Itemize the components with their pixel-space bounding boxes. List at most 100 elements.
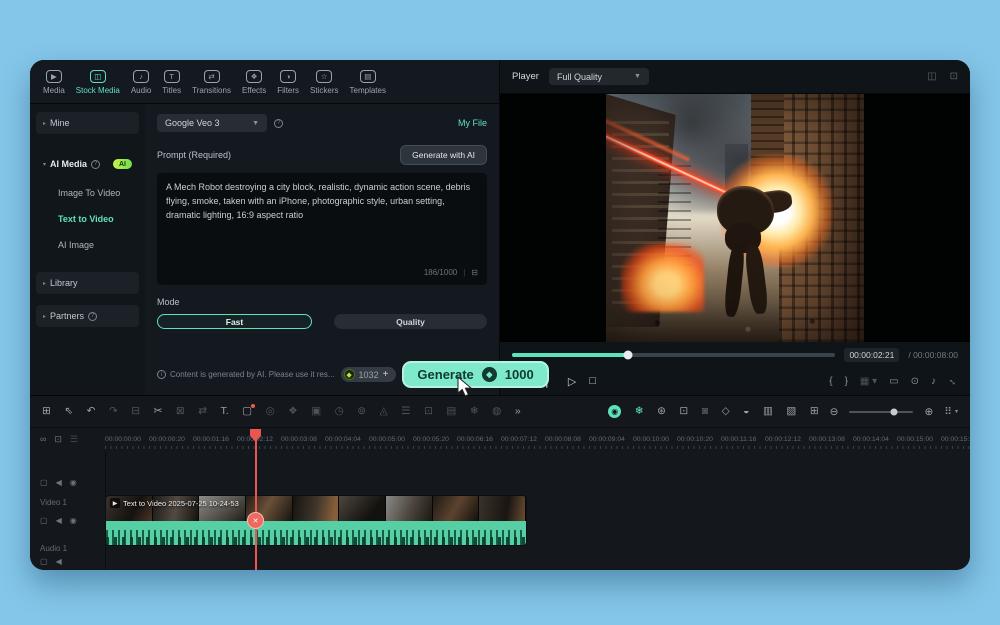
- link-clips-icon[interactable]: ∞: [40, 434, 46, 445]
- sidebar-item-partners[interactable]: ▸ Partners ?: [36, 305, 139, 327]
- help-icon[interactable]: ?: [274, 119, 283, 128]
- fullscreen-icon[interactable]: ↔: [946, 374, 961, 389]
- tab-effects[interactable]: ❖ Effects: [237, 67, 271, 98]
- mode-quality-button[interactable]: Quality: [334, 314, 487, 329]
- lock-icon[interactable]: ▢: [40, 557, 48, 566]
- video-preview[interactable]: [500, 94, 970, 342]
- speaker-icon[interactable]: ◀: [56, 478, 62, 487]
- play-icon[interactable]: ▷: [568, 375, 574, 388]
- ripple-edit-icon[interactable]: ⇄: [198, 406, 207, 417]
- auto-ripple-icon[interactable]: ⊞: [810, 406, 819, 417]
- quality-select[interactable]: Full Quality ▼: [549, 68, 649, 85]
- timeline-zoom-slider[interactable]: [849, 411, 913, 413]
- chroma-key-icon[interactable]: ◬: [380, 406, 388, 417]
- ruler-timestamp: 00:00:07:12: [501, 428, 545, 450]
- trash-icon[interactable]: ⊟: [471, 267, 478, 279]
- help-icon[interactable]: ?: [88, 312, 97, 321]
- seek-bar[interactable]: [512, 353, 835, 357]
- mark-frame-icon[interactable]: ⊡: [950, 71, 958, 82]
- my-file-link[interactable]: My File: [458, 118, 487, 128]
- generate-with-ai-button[interactable]: Generate with AI: [400, 145, 487, 165]
- sidebar-item-ai-media[interactable]: ▾ AI Media ? AI: [36, 153, 139, 175]
- sidebar-item-text-to-video[interactable]: Text to Video: [36, 206, 139, 231]
- split-icon[interactable]: ✂: [154, 406, 163, 417]
- mixer-icon[interactable]: ▥: [763, 406, 773, 417]
- tab-stock-media[interactable]: ◫ Stock Media: [71, 67, 125, 98]
- timeline-ruler[interactable]: ∞⊡☰ 00:00:00:0000:00:00:2000:00:01:1600:…: [30, 428, 970, 450]
- sidebar-item-mine[interactable]: ▸ Mine: [36, 112, 139, 134]
- plugin-icon[interactable]: ⊛: [657, 406, 666, 417]
- seek-progress: [512, 353, 628, 357]
- zoom-tool-icon[interactable]: ◎: [266, 406, 275, 417]
- sidebar-item-image-to-video[interactable]: Image To Video: [36, 180, 139, 205]
- select-tool-icon[interactable]: ⇖: [64, 406, 73, 417]
- ai-portrait-icon[interactable]: ◉: [608, 405, 621, 418]
- microphone-icon[interactable]: ◒: [743, 406, 749, 417]
- adjust-icon[interactable]: ☰: [401, 406, 410, 417]
- model-select[interactable]: Google Veo 3 ▼: [157, 114, 267, 132]
- zoom-in-icon[interactable]: ⊕: [924, 406, 933, 418]
- redo-icon[interactable]: ↷: [109, 406, 118, 417]
- marker-icon[interactable]: ▧: [786, 406, 796, 417]
- tab-templates[interactable]: ▤ Templates: [345, 67, 391, 98]
- add-credits-icon[interactable]: +: [383, 369, 389, 380]
- credits-badge[interactable]: ◆ 1032 +: [341, 367, 397, 382]
- camera-icon[interactable]: ⊡: [679, 406, 688, 417]
- snapshot-icon[interactable]: ⊙: [911, 376, 919, 387]
- lock-icon[interactable]: ▢: [40, 516, 48, 525]
- tab-audio[interactable]: ♪ Audio: [126, 67, 156, 98]
- captions-icon[interactable]: ▤: [446, 406, 456, 417]
- track-manager-button[interactable]: ⠿ ▾: [944, 406, 958, 418]
- eye-icon[interactable]: ◉: [70, 516, 77, 525]
- tab-media[interactable]: ▶ Media: [38, 67, 70, 98]
- speed-icon[interactable]: ◷: [335, 406, 344, 417]
- ruler-timestamp: 00:00:10:20: [677, 428, 721, 450]
- web-share-icon[interactable]: ◍: [492, 406, 501, 417]
- mark-in-icon[interactable]: {: [829, 376, 832, 387]
- screen-record-icon[interactable]: ▣: [311, 406, 321, 417]
- stop-icon[interactable]: □: [589, 375, 594, 388]
- mask-tool-icon[interactable]: ▢: [242, 406, 252, 417]
- shield-mask-icon[interactable]: ◇: [722, 406, 730, 417]
- tab-stickers[interactable]: ☆ Stickers: [305, 67, 343, 98]
- speaker-icon[interactable]: ◀: [56, 557, 62, 566]
- help-icon[interactable]: ?: [91, 160, 100, 169]
- mark-out-icon[interactable]: }: [845, 376, 848, 387]
- delete-icon[interactable]: ⊟: [131, 406, 140, 417]
- video-clip[interactable]: ▶ Text to Video 2025-07-25 10-24-53: [106, 496, 526, 545]
- ruler-timestamp: 00:00:00:00: [105, 428, 149, 450]
- zoom-slider-handle[interactable]: [891, 408, 898, 415]
- render-lines-icon[interactable]: ☰: [70, 434, 78, 445]
- tab-filters[interactable]: ◑ Filters: [272, 67, 304, 98]
- export-clip-icon[interactable]: ⊡: [424, 406, 433, 417]
- denoise-icon[interactable]: ❄: [470, 406, 479, 417]
- split-view-icon[interactable]: ◫: [927, 71, 936, 82]
- sidebar-item-library[interactable]: ▸ Library: [36, 272, 139, 294]
- keyframe-range-icon[interactable]: ⊡: [54, 434, 62, 445]
- record-icon[interactable]: ◙: [702, 406, 708, 417]
- speaker-icon[interactable]: ◀: [56, 516, 62, 525]
- mode-fast-button[interactable]: Fast: [157, 314, 312, 329]
- keyframe-icon[interactable]: ❖: [288, 406, 297, 417]
- playhead-handle[interactable]: ✕: [247, 512, 264, 529]
- crop-icon[interactable]: ⊠: [176, 406, 185, 417]
- tab-titles[interactable]: T Titles: [157, 67, 186, 98]
- prompt-input[interactable]: A Mech Robot destroying a city block, re…: [157, 173, 487, 285]
- playhead-line[interactable]: [255, 432, 257, 570]
- sidebar-item-ai-image[interactable]: AI Image: [36, 232, 139, 257]
- mute-icon[interactable]: ♪: [931, 376, 936, 387]
- display-device-icon[interactable]: ▭: [889, 376, 898, 387]
- text-tool-icon[interactable]: T.: [221, 406, 229, 417]
- lock-icon[interactable]: ▢: [40, 478, 48, 487]
- undo-icon[interactable]: ↶: [87, 406, 96, 417]
- seek-handle[interactable]: [624, 351, 633, 360]
- more-tools-icon[interactable]: »: [515, 406, 521, 417]
- tab-label: Templates: [350, 86, 386, 95]
- eye-icon[interactable]: ◉: [70, 478, 77, 487]
- media-browser-icon[interactable]: ⊞: [42, 406, 51, 417]
- render-preview-icon[interactable]: ▦ ▾: [860, 376, 877, 387]
- zoom-out-icon[interactable]: ⊖: [830, 406, 839, 418]
- tab-transitions[interactable]: ⇄ Transitions: [187, 67, 236, 98]
- ai-effects-icon[interactable]: ❄: [635, 406, 644, 417]
- motion-track-icon[interactable]: ⊚: [357, 406, 366, 417]
